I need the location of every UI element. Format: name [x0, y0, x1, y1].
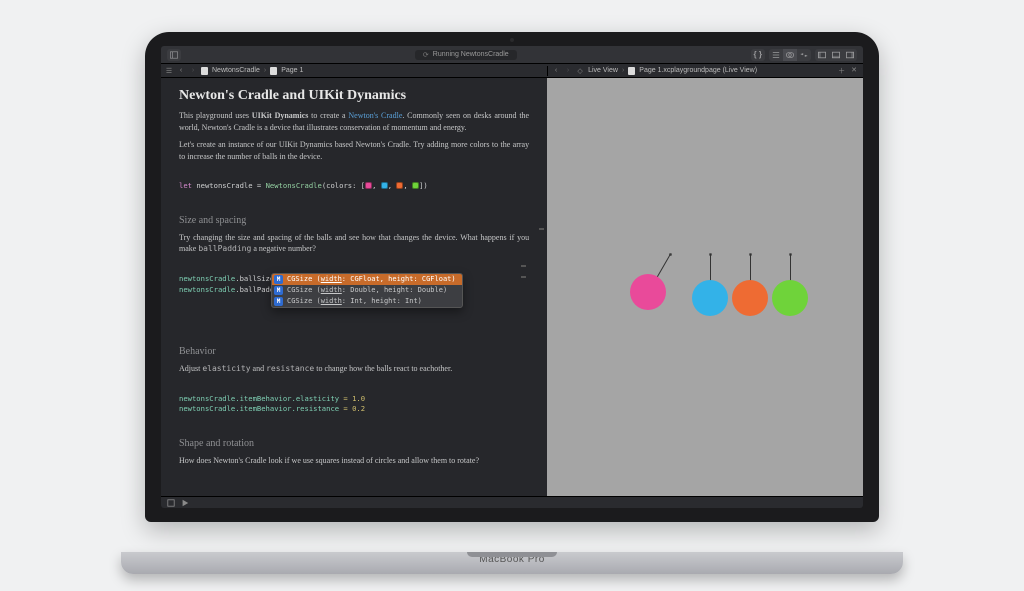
result-gutter-marker[interactable] — [521, 265, 526, 267]
laptop-frame: ⟳ Running NewtonsCradle { } — [145, 32, 879, 552]
page-icon — [628, 67, 635, 75]
close-assistant-button[interactable]: ✕ — [851, 66, 857, 76]
color-swatch-orange — [396, 182, 403, 189]
screen-bezel: ⟳ Running NewtonsCradle { } — [145, 32, 879, 522]
panel-bottom-icon — [832, 51, 840, 59]
pendulum-ball — [772, 280, 808, 316]
crumb-project[interactable]: NewtonsCradle — [212, 67, 260, 74]
venn-icon — [786, 51, 794, 59]
right-panel-button[interactable] — [843, 49, 857, 61]
laptop-notch — [467, 552, 557, 557]
panel-left-icon — [170, 51, 178, 59]
doc-paragraph: This playground uses UIKit Dynamics to c… — [179, 110, 529, 133]
add-assistant-button[interactable]: ＋ — [838, 66, 845, 76]
kind-badge-icon: M — [274, 275, 283, 284]
related-items-icon[interactable]: ◇ — [576, 67, 584, 75]
assistant-editor-button[interactable] — [783, 49, 797, 61]
left-panel-button[interactable] — [815, 49, 829, 61]
playground-icon — [201, 67, 208, 75]
kind-badge-icon: M — [274, 286, 283, 295]
standard-editor-button[interactable] — [769, 49, 783, 61]
window-title: ⟳ Running NewtonsCradle — [415, 50, 517, 60]
color-swatch-blue — [381, 182, 388, 189]
playground-editor[interactable]: Newton's Cradle and UIKit Dynamics This … — [161, 78, 547, 496]
doc-subheading: Shape and rotation — [179, 438, 529, 449]
live-view-canvas — [547, 78, 863, 496]
autocomplete-item[interactable]: M CGSize (width: Double, height: Double) — [272, 285, 462, 296]
status-bar — [161, 496, 863, 508]
result-gutter-marker[interactable] — [539, 228, 544, 230]
color-swatch-pink — [365, 182, 372, 189]
pendulum-ball — [732, 280, 768, 316]
play-icon — [181, 499, 189, 507]
doc-subheading: Behavior — [179, 346, 529, 357]
sidebar-toggle-button[interactable] — [167, 49, 181, 61]
code-block[interactable]: let newtonsCradle = NewtonsCradle(colors… — [179, 170, 529, 202]
doc-paragraph: Adjust elasticity and resistance to chan… — [179, 363, 529, 375]
autocomplete-item[interactable]: M CGSize (width: Int, height: Int) — [272, 296, 462, 307]
result-gutter-marker[interactable] — [521, 276, 526, 278]
crumb-liveview[interactable]: Live View — [588, 67, 618, 74]
related-items-icon[interactable]: ☰ — [165, 67, 173, 75]
breadcrumb-bar: ☰ ‹ › NewtonsCradle › Page 1 ‹ › ◇ Live … — [161, 64, 863, 78]
back-button[interactable]: ‹ — [552, 67, 560, 75]
doc-subheading: Size and spacing — [179, 215, 529, 226]
kind-badge-icon: M — [274, 297, 283, 306]
forward-button[interactable]: › — [564, 67, 572, 75]
bottom-panel-button[interactable] — [829, 49, 843, 61]
doc-heading: Newton's Cradle and UIKit Dynamics — [179, 88, 529, 104]
crumb-sep: › — [622, 67, 624, 74]
arrows-icon — [800, 51, 808, 59]
laptop-deck: MacBook Pro — [121, 552, 903, 574]
panel-right-icon — [846, 51, 854, 59]
lines-icon — [772, 51, 780, 59]
pendulum-ball — [630, 274, 666, 310]
autocomplete-item[interactable]: M CGSize (width: CGFloat, height: CGFloat… — [272, 274, 462, 285]
assistant-breadcrumb[interactable]: ‹ › ◇ Live View › Page 1.xcplaygroundpag… — [547, 66, 863, 76]
editor-split: Newton's Cradle and UIKit Dynamics This … — [161, 78, 863, 496]
stop-button[interactable] — [167, 499, 175, 507]
panel-left-icon — [818, 51, 826, 59]
code-block[interactable]: newtonsCradle.itemBehavior.elasticity = … — [179, 383, 529, 426]
autocomplete-signature: CGSize (width: Int, height: Int) — [287, 297, 422, 305]
crumb-file[interactable]: Page 1.xcplaygroundpage (Live View) — [639, 67, 757, 74]
doc-paragraph: Let's create an instance of our UIKit Dy… — [179, 139, 529, 162]
doc-paragraph: How does Newton's Cradle look if we use … — [179, 455, 529, 467]
pendulum-ball — [692, 280, 728, 316]
link-newtons-cradle[interactable]: Newton's Cradle — [348, 111, 402, 120]
camera-dot — [510, 38, 514, 42]
square-icon — [167, 499, 175, 507]
version-editor-button[interactable] — [797, 49, 811, 61]
window-title-text: Running NewtonsCradle — [433, 51, 509, 58]
editor-mode-segment — [769, 49, 811, 61]
panel-segment — [815, 49, 857, 61]
xcode-window: ⟳ Running NewtonsCradle { } — [161, 46, 863, 508]
library-button[interactable]: { } — [751, 49, 765, 61]
crumb-sep: › — [264, 67, 266, 74]
autocomplete-signature: CGSize (width: Double, height: Double) — [287, 286, 447, 294]
page-icon — [270, 67, 277, 75]
crumb-page[interactable]: Page 1 — [281, 67, 303, 74]
run-button[interactable] — [181, 499, 189, 507]
autocomplete-signature: CGSize (width: CGFloat, height: CGFloat) — [287, 275, 456, 283]
toolbar: ⟳ Running NewtonsCradle { } — [161, 46, 863, 64]
autocomplete-popup[interactable]: M CGSize (width: CGFloat, height: CGFloat… — [271, 273, 463, 308]
forward-button[interactable]: › — [189, 67, 197, 75]
doc-paragraph: Try changing the size and spacing of the… — [179, 232, 529, 255]
back-button[interactable]: ‹ — [177, 67, 185, 75]
editor-breadcrumb[interactable]: ☰ ‹ › NewtonsCradle › Page 1 — [161, 67, 547, 75]
spinner-icon: ⟳ — [423, 51, 429, 59]
